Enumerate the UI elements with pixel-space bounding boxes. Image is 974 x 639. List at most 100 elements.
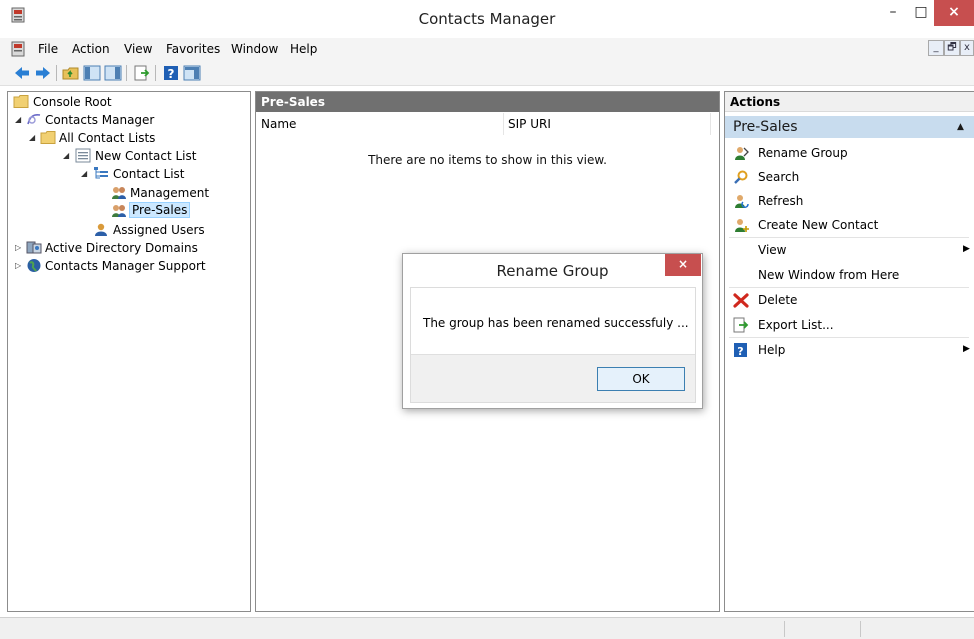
up-folder-icon[interactable] <box>62 64 80 82</box>
list-icon <box>75 148 91 163</box>
mdi-window-icon[interactable] <box>10 41 26 57</box>
tree-expander-collapsed[interactable]: ▷ <box>15 239 25 256</box>
empty-list-message: There are no items to show in this view. <box>368 153 607 167</box>
title-bar: Contacts Manager – □ × <box>0 0 974 38</box>
action-label: Export List... <box>758 318 834 332</box>
submenu-arrow-icon: ▶ <box>963 344 970 354</box>
maximize-button[interactable]: □ <box>906 0 936 26</box>
action-search[interactable]: Search <box>725 165 974 189</box>
forward-arrow-icon[interactable] <box>34 64 52 82</box>
tree-item-label: Assigned Users <box>113 223 205 237</box>
tree-item-label: Contacts Manager <box>45 113 155 127</box>
dialog-close-button[interactable]: × <box>665 254 701 276</box>
action-refresh[interactable]: Refresh <box>725 189 974 213</box>
status-bar-divider <box>860 621 861 637</box>
dialog-body: The group has been renamed successfuly .… <box>410 287 696 403</box>
globe-icon <box>27 259 41 272</box>
dialog-message: The group has been renamed successfuly .… <box>423 316 689 330</box>
status-bar-divider <box>784 621 785 637</box>
actions-section-pre-sales[interactable]: Pre-Sales ▲ <box>725 116 974 138</box>
action-delete[interactable]: Delete <box>725 288 974 312</box>
tree-item-label: Contacts Manager Support <box>45 259 206 273</box>
menu-window[interactable]: Window <box>231 42 278 56</box>
users-icon <box>95 223 107 236</box>
tree-item-label: All Contact Lists <box>59 131 156 145</box>
toolbar-separator <box>56 65 57 81</box>
results-pane-header: Pre-Sales <box>256 92 719 112</box>
group-icon <box>112 205 126 217</box>
help-icon[interactable]: ? <box>162 64 180 82</box>
action-label: Delete <box>758 293 798 307</box>
mdi-minimize-button[interactable]: _ <box>928 40 944 56</box>
tree-item-label: Management <box>130 186 210 200</box>
column-header-sip-uri[interactable]: SIP URI <box>508 117 551 131</box>
column-header-name[interactable]: Name <box>261 117 296 131</box>
column-divider[interactable] <box>503 113 504 135</box>
tree-expander-expanded[interactable]: ◢ <box>81 165 91 182</box>
close-button[interactable]: × <box>934 0 974 26</box>
tree-item-label: Console Root <box>33 95 112 109</box>
action-label: Search <box>758 170 800 184</box>
actions-pane-header: Actions <box>725 92 974 112</box>
console-tree: Console Root ◢ Contacts Manager ◢ All Co… <box>7 91 251 612</box>
action-view[interactable]: View ▶ <box>725 238 974 262</box>
action-label: Rename Group <box>758 146 848 160</box>
dialog-footer: OK <box>411 354 695 402</box>
back-arrow-icon[interactable] <box>13 64 31 82</box>
action-new-window-from-here[interactable]: New Window from Here <box>725 263 974 287</box>
tree-item-label: Contact List <box>113 167 185 181</box>
export-list-icon <box>733 317 749 333</box>
actions-pane: Actions Pre-Sales ▲ Rename Group Search … <box>724 91 974 612</box>
show-hide-panes-icon[interactable] <box>104 64 122 82</box>
menu-action[interactable]: Action <box>72 42 110 56</box>
ok-button[interactable]: OK <box>597 367 685 391</box>
search-icon <box>734 170 748 184</box>
menu-bar: File Action View Favorites Window Help _… <box>0 38 974 60</box>
tree-list-icon <box>94 167 108 179</box>
action-label: Help <box>758 343 786 357</box>
menu-view[interactable]: View <box>124 42 152 56</box>
menu-favorites[interactable]: Favorites <box>166 42 220 56</box>
action-help[interactable]: ? Help ▶ <box>725 338 974 362</box>
folder-icon <box>40 131 56 144</box>
rename-group-dialog: Rename Group × The group has been rename… <box>402 253 703 409</box>
action-label: Refresh <box>758 194 804 208</box>
action-label: View <box>758 243 787 257</box>
tree-expander-collapsed[interactable]: ▷ <box>15 257 25 274</box>
rename-group-icon <box>735 147 749 160</box>
action-create-new-contact[interactable]: Create New Contact <box>725 213 974 237</box>
toolbar-separator <box>126 65 127 81</box>
folder-icon <box>13 95 29 108</box>
menu-file[interactable]: File <box>38 42 58 56</box>
export-list-icon[interactable] <box>133 64 151 82</box>
action-rename-group[interactable]: Rename Group <box>725 141 974 165</box>
collapse-caret-icon[interactable]: ▲ <box>957 116 964 138</box>
tree-expander-expanded[interactable]: ◢ <box>15 111 25 128</box>
toolbar: ? <box>0 60 974 86</box>
window-title: Contacts Manager <box>418 10 556 28</box>
svg-text:?: ? <box>168 67 175 81</box>
tree-expander-expanded[interactable]: ◢ <box>29 129 39 146</box>
tree-expander-expanded[interactable]: ◢ <box>63 147 73 164</box>
dialog-title: Rename Group <box>496 262 609 280</box>
tree-item-label: New Contact List <box>95 149 197 163</box>
action-export-list[interactable]: Export List... <box>725 313 974 337</box>
toolbar-separator <box>155 65 156 81</box>
actions-section-label: Pre-Sales <box>733 119 798 135</box>
tree-item-label: Active Directory Domains <box>45 241 198 255</box>
column-divider[interactable] <box>710 113 711 135</box>
refresh-icon <box>735 195 749 208</box>
mdi-restore-button[interactable]: 🗗 <box>944 40 960 56</box>
menu-help[interactable]: Help <box>290 42 317 56</box>
minimize-button[interactable]: – <box>878 0 908 26</box>
action-label: New Window from Here <box>758 268 900 282</box>
show-hide-tree-icon[interactable] <box>83 64 101 82</box>
directory-icon <box>26 241 42 254</box>
group-icon <box>112 187 126 199</box>
help-icon: ? <box>734 343 747 358</box>
create-contact-icon <box>735 219 749 232</box>
action-label: Create New Contact <box>758 218 879 232</box>
status-bar <box>0 617 974 639</box>
show-hide-action-pane-icon[interactable] <box>183 64 201 82</box>
mdi-close-button[interactable]: x <box>960 40 974 56</box>
